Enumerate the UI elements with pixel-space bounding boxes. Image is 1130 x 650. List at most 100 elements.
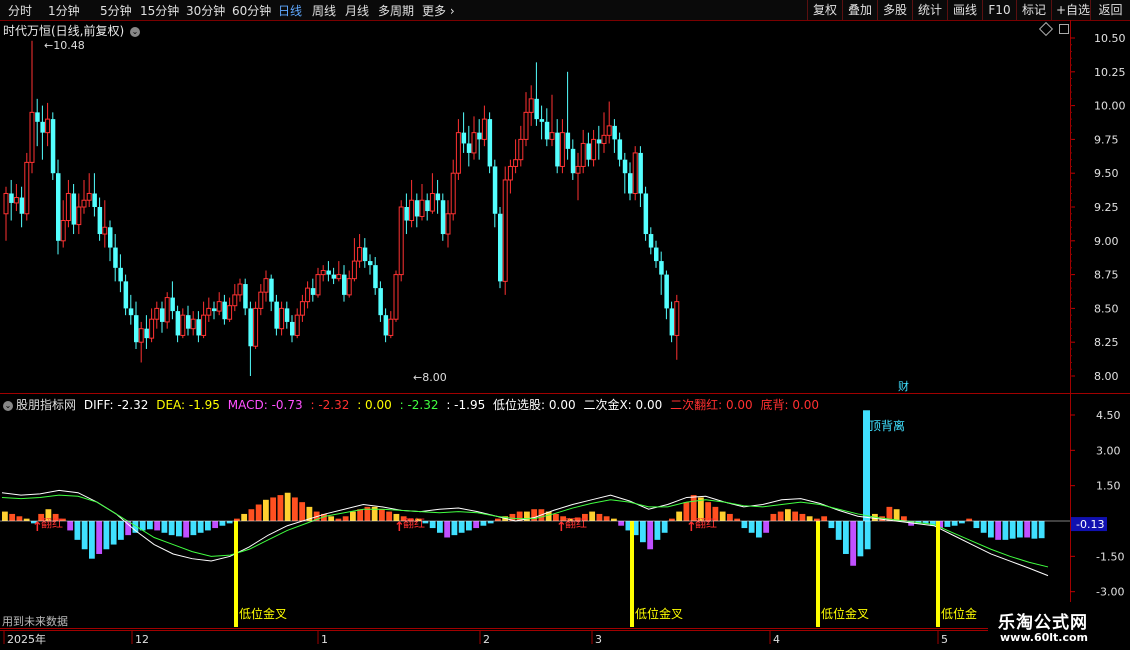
candle-body: [628, 173, 633, 194]
candle: [24, 152, 30, 221]
price-tick-label: 9.25: [1094, 201, 1119, 214]
macd-bar: [168, 521, 175, 536]
golden-cross-marker: [630, 521, 634, 627]
candle-body: [648, 234, 654, 248]
candle-body: [196, 319, 201, 336]
candle: [35, 98, 40, 147]
macd-bar: [988, 521, 994, 538]
macd-bar: [973, 521, 980, 529]
candle: [601, 112, 607, 153]
macd-bar: [661, 521, 668, 533]
macd-bar: [89, 521, 95, 559]
candle: [248, 301, 253, 376]
candle-body: [570, 148, 576, 174]
candle-body: [523, 111, 529, 140]
candle-body: [383, 315, 389, 336]
candle-body: [24, 161, 30, 215]
candle: [279, 301, 285, 336]
macd-bar: [81, 521, 88, 550]
flip-red-label: 翻红: [41, 516, 63, 530]
chevron-down-icon[interactable]: ⌄: [130, 26, 141, 37]
candle-body: [346, 278, 352, 296]
candle: [559, 119, 565, 174]
candle: [555, 119, 560, 174]
macd-bar: [110, 521, 117, 545]
candle-body: [362, 247, 368, 262]
candle: [570, 139, 576, 180]
candle: [414, 193, 420, 228]
square-icon[interactable]: [1059, 24, 1069, 34]
candle-body: [549, 132, 555, 140]
candle-body: [19, 197, 25, 214]
candle-body: [331, 274, 337, 279]
future-data-note: 用到未来数据: [2, 615, 68, 628]
macd-bar: [792, 511, 799, 521]
candle-body: [97, 207, 103, 235]
candle-body: [409, 199, 415, 222]
chevron-down-icon[interactable]: ⌄: [3, 400, 13, 411]
candle: [206, 297, 212, 322]
candle-body: [336, 274, 342, 280]
candle-body: [481, 118, 487, 140]
candle: [549, 94, 555, 147]
candle-body: [305, 287, 311, 303]
candle: [134, 301, 139, 349]
candle-body: [128, 308, 134, 316]
candle: [237, 278, 243, 302]
candle: [419, 184, 425, 221]
candle: [466, 125, 472, 167]
flip-red-label: 翻红: [695, 516, 717, 530]
candle: [138, 321, 144, 363]
candle-body: [643, 193, 649, 235]
candle-body: [206, 307, 212, 316]
indicator-tick-label: 4.50: [1096, 409, 1121, 422]
candle-body: [186, 315, 191, 329]
candle: [398, 200, 404, 282]
price-tick-label: 8.00: [1094, 370, 1119, 383]
candle: [118, 254, 123, 293]
candle-body: [263, 278, 269, 293]
candle: [362, 238, 368, 268]
candle: [92, 173, 97, 217]
macd-bar: [197, 521, 204, 533]
candle-body: [65, 192, 71, 222]
candle-body: [170, 297, 175, 312]
candle-body: [164, 297, 170, 323]
macd-bar: [741, 521, 748, 529]
candle: [45, 102, 51, 147]
candle: [97, 197, 103, 241]
candle-body: [56, 173, 61, 241]
macd-bar: [828, 521, 835, 529]
candle-body: [243, 284, 248, 309]
macd-bar: [1024, 521, 1031, 538]
golden-cross-marker: [816, 521, 820, 627]
candle: [492, 159, 498, 228]
macd-lines: [1, 489, 1049, 577]
candle: [19, 186, 25, 228]
candle-body: [466, 143, 472, 153]
date-label: 3: [595, 633, 602, 646]
stock-title: 时代万恒(日线,前复权): [3, 24, 125, 38]
candle: [196, 311, 201, 343]
price-tick-label: 10.25: [1094, 66, 1126, 79]
indicator-tick-label: -3.00: [1096, 586, 1124, 599]
macd-bar: [727, 513, 733, 521]
indicator-item: 二次翻红: 0.00: [666, 398, 753, 412]
candle: [388, 311, 394, 339]
candle: [113, 234, 118, 282]
candle: [201, 301, 207, 339]
candle: [320, 265, 326, 282]
candle-body: [216, 301, 222, 312]
macd-bar: [821, 516, 828, 521]
macd-bar: [785, 509, 791, 521]
candle-body: [580, 142, 586, 167]
macd-bar: [473, 521, 480, 529]
macd-bar: [480, 521, 487, 526]
candle-body: [81, 199, 87, 208]
macd-bar: [2, 511, 8, 521]
main-chart-title[interactable]: 时代万恒(日线,前复权) ⌄: [3, 22, 141, 39]
candle-body: [565, 132, 571, 149]
candle: [315, 267, 321, 298]
macd-bar: [437, 521, 443, 533]
macd-bar: [1017, 521, 1023, 538]
